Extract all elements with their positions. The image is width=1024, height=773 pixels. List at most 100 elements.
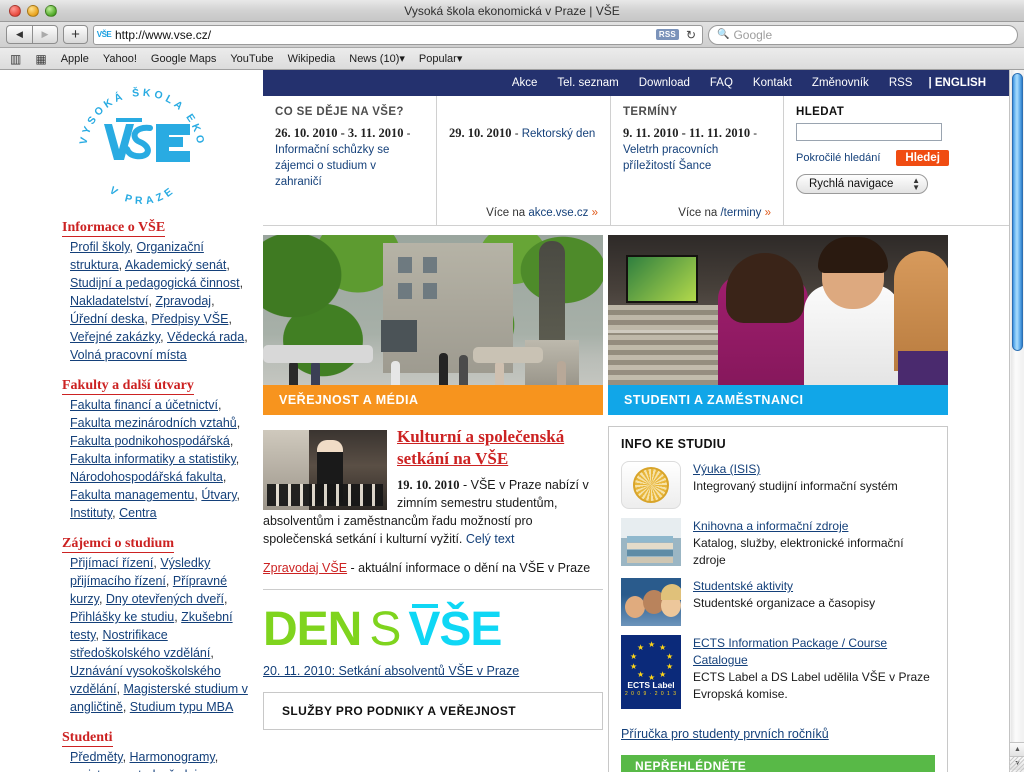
close-window-button[interactable] [9,4,21,17]
sidebar-section-studenti: Studenti Předměty, Harmonogramy, registr… [62,730,255,772]
svg-text:V PRAZE: V PRAZE [107,184,178,208]
sidebar-link[interactable]: Fakulta podnikohospodářská [70,434,230,448]
vertical-scrollbar[interactable]: ▲ ▼ [1009,70,1024,772]
sidebar-link[interactable]: Útvary [201,488,236,502]
zoom-window-button[interactable] [45,4,57,17]
sidebar-link[interactable]: Fakulta managementu [70,488,194,502]
article-more-link[interactable]: Celý text [466,532,515,546]
topnav-item-tel-seznam[interactable]: Tel. seznam [547,77,628,89]
info-desc-ects: ECTS Label a DS Label udělila VŠE v Praz… [693,670,930,701]
sidebar-link[interactable]: Úřední deska [70,312,144,326]
banner-verejnost-media[interactable]: VEŘEJNOST A MÉDIA [263,235,603,415]
prirucka-link[interactable]: Příručka pro studenty prvních ročníků [621,727,829,741]
quick-navigation-select[interactable]: Rychlá navigace ▲ ▼ [796,174,928,194]
sidebar-heading-informace[interactable]: Informace o VŠE [62,220,255,237]
banner-studenti-zamestnanci[interactable]: STUDENTI A ZAMĚSTNANCI [608,235,948,415]
topnav-item-faq[interactable]: FAQ [700,77,743,89]
window-shape [398,257,412,273]
sidebar-link[interactable]: Harmonogramy [130,750,215,764]
bookmark-yahoo[interactable]: Yahoo! [103,53,137,65]
more-link-terminy[interactable]: /terminy [720,207,761,219]
sidebar-link[interactable]: Fakulta informatiky a statistiky [70,452,236,466]
sidebar-heading-zajemci[interactable]: Zájemci o studium [62,536,255,553]
sidebar-link[interactable]: Instituty [70,506,112,520]
info-link-aktivity[interactable]: Studentské aktivity [693,578,793,595]
vse-logo[interactable]: VYSOKÁ ŠKOLA EKONOMICKÁ V PRAZE [66,72,212,210]
sidebar-link[interactable]: Předpisy VŠE [151,312,228,326]
search-submit-button[interactable]: Hledej [896,150,949,166]
den-event-link[interactable]: 20. 11. 2010: Setkání absolventů VŠE v P… [263,664,519,678]
services-box[interactable]: SLUŽBY PRO PODNIKY A VEŘEJNOST [263,692,603,730]
sidebar-link[interactable]: registrace, stud. předpisy [70,768,209,772]
sidebar-heading-studenti[interactable]: Studenti [62,730,255,747]
bookmark-news[interactable]: News (10)▾ [349,52,405,65]
sidebar-link[interactable]: Dny otevřených dveří [106,592,224,606]
sidebar-link[interactable]: Volná pracovní místa [70,348,187,362]
topnav-item-download[interactable]: Download [629,77,700,89]
minimize-window-button[interactable] [27,4,39,17]
sidebar-link[interactable]: Veřejné zakázky [70,330,160,344]
bookmark-google-maps[interactable]: Google Maps [151,53,216,65]
window-controls[interactable] [0,4,57,17]
bookmarks-book-icon[interactable]: ▥ [10,52,21,66]
sidebar-link[interactable]: Přihlášky ke studiu [70,610,174,624]
bookmark-apple[interactable]: Apple [61,53,89,65]
sidebar-link[interactable]: Akademický senát [125,258,226,272]
reload-icon[interactable]: ↻ [683,28,699,42]
topnav-item-english[interactable]: | ENGLISH [922,77,996,89]
zpravodaj-link[interactable]: Zpravodaj VŠE [263,561,347,575]
info-item-text: Výuka (ISIS) Integrovaný studijní inform… [693,461,898,509]
info-link-knihovna[interactable]: Knihovna a informační zdroje [693,518,848,535]
termin-link[interactable]: Veletrh pracovních příležitostí Šance [623,144,718,172]
car-shape [263,345,373,363]
sidebar-link[interactable]: Fakulta financí a účetnictví [70,398,218,412]
rss-icon[interactable]: RSS [655,29,679,40]
info-desc-knihovna: Katalog, služby, elektronické informační… [693,536,904,567]
sidebar-heading-fakulty[interactable]: Fakulty a další útvary [62,378,255,395]
scrollbar-thumb[interactable] [1012,73,1023,351]
browser-search-field[interactable]: 🔍 Google [708,24,1018,45]
topnav-item-kontakt[interactable]: Kontakt [743,77,802,89]
bookmark-wikipedia[interactable]: Wikipedia [288,53,336,65]
info-link-isis[interactable]: Výuka (ISIS) [693,461,760,478]
sidebar-link[interactable]: Centra [119,506,157,520]
sidebar-link[interactable]: Předměty [70,750,123,764]
sidebar-link[interactable]: Vědecká rada [167,330,244,344]
den-s-vse-banner[interactable]: DEN S VŠE [263,598,603,660]
scroll-up-arrow-icon[interactable]: ▲ [1010,742,1024,756]
event-date: 26. 10. 2010 - 3. 11. 2010 [275,126,404,140]
ects-label-icon[interactable]: ★ ★ ★ ★ ★ ★ ★ ★ ★ ★ ECTS Label 2 0 0 9 ·… [621,635,681,709]
top-sites-grid-icon[interactable]: ▦ [35,52,46,66]
students-photo-icon[interactable] [621,578,681,626]
topnav-item-zmenovnik[interactable]: Změnovník [802,77,879,89]
article-thumbnail[interactable] [263,430,387,510]
events-more: Více na akce.vse.cz » [486,207,598,219]
library-books-icon[interactable] [621,518,681,566]
window-resize-handle[interactable] [1009,757,1024,772]
site-search-input[interactable] [796,123,942,141]
sidebar-link[interactable]: Nakladatelství [70,294,149,308]
new-tab-button[interactable]: + [63,25,88,44]
address-bar[interactable]: VŠE http://www.vse.cz/ RSS ↻ [93,24,703,45]
more-link-akce[interactable]: akce.vse.cz [528,207,588,219]
sidebar-link[interactable]: Zpravodaj [155,294,211,308]
sidebar-links-zajemci: Přijímací řízení, Výsledky přijímacího ř… [70,556,248,714]
sidebar-link[interactable]: Národohospodářská fakulta [70,470,223,484]
isis-swirl-icon[interactable] [621,461,681,509]
sidebar-link[interactable]: Studijní a pedagogická činnost [70,276,240,290]
event-link[interactable]: Rektorský den [522,128,596,140]
sidebar-link[interactable]: Studium typu MBA [130,700,234,714]
sidebar-link[interactable]: Profil školy [70,240,130,254]
topnav-item-akce[interactable]: Akce [502,77,548,89]
back-button[interactable]: ◀ [6,25,32,44]
article-title-link[interactable]: Kulturní a společenská setkání na VŠE [397,427,564,468]
event-link[interactable]: Informační schůzky se zájemci o studium … [275,144,389,188]
bookmark-youtube[interactable]: YouTube [230,53,273,65]
sidebar-link[interactable]: Fakulta mezinárodních vztahů [70,416,237,430]
info-link-ects[interactable]: ECTS Information Package / Course Catalo… [693,635,935,669]
bookmark-popular[interactable]: Popular▾ [419,52,462,65]
advanced-search-link[interactable]: Pokročilé hledání [796,152,880,164]
sidebar-link[interactable]: Přijímací řízení [70,556,153,570]
topnav-item-rss[interactable]: RSS [879,77,923,89]
forward-button[interactable]: ▶ [32,25,58,44]
